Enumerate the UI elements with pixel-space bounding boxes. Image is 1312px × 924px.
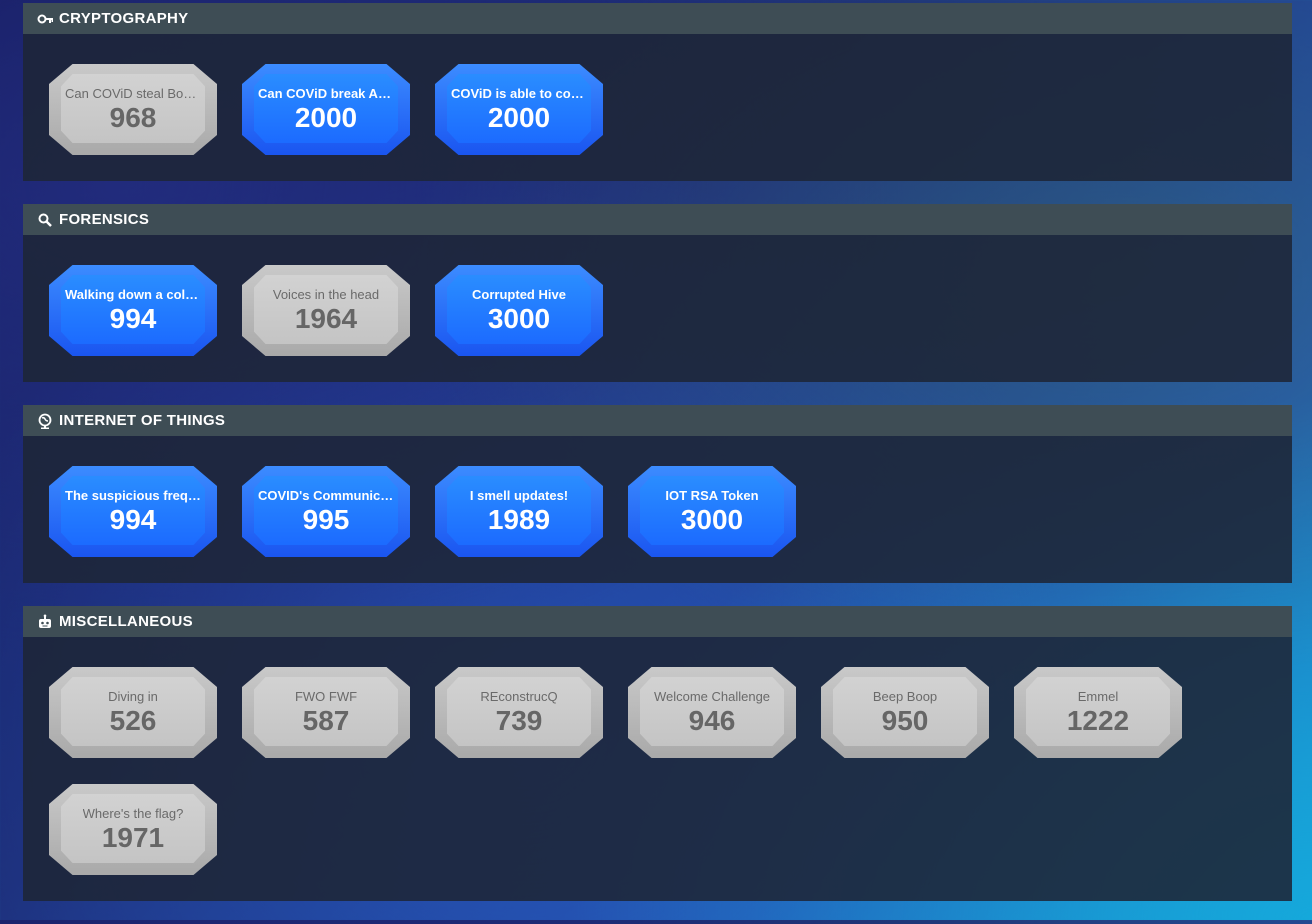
- challenge-button[interactable]: COViD is able to comp…2000: [435, 64, 603, 155]
- challenge-button[interactable]: REconstrucQ 739: [435, 667, 603, 758]
- challenge-button[interactable]: Corrupted Hive 3000: [435, 265, 603, 356]
- challenge-button[interactable]: Voices in the head 1964: [242, 265, 410, 356]
- challenge-name: Where's the flag?: [82, 806, 184, 821]
- category-title: INTERNET OF THINGS: [59, 412, 226, 429]
- challenge-name: Can COViD steal Bob's…: [65, 86, 201, 101]
- challenge-button[interactable]: Diving in 526: [49, 667, 217, 758]
- challenge-name: Voices in the head: [272, 287, 380, 302]
- category-cryptography: CRYPTOGRAPHY Can COViD steal Bob's… 968 C…: [23, 3, 1292, 181]
- challenge-name: The suspicious freque…: [65, 488, 201, 503]
- challenge-name: I smell updates!: [469, 488, 569, 503]
- robot-icon: [37, 614, 53, 630]
- challenge-button[interactable]: I smell updates! 1989: [435, 466, 603, 557]
- challenge-button[interactable]: Emmel 1222: [1014, 667, 1182, 758]
- challenge-button[interactable]: FWO FWF 587: [242, 667, 410, 758]
- category-title: FORENSICS: [59, 211, 150, 228]
- challenge-name: Emmel: [1077, 689, 1119, 704]
- challenge-name: COVID's Communicati…: [258, 488, 394, 503]
- key-icon: [37, 11, 53, 27]
- challenge-points: 526: [109, 705, 157, 736]
- category-header: FORENSICS: [23, 204, 1292, 235]
- challenge-name: Welcome Challenge: [653, 689, 771, 704]
- challenge-name: Walking down a colou…: [65, 287, 201, 302]
- challenge-button[interactable]: Can COViD break Alice…2000: [242, 64, 410, 155]
- category-forensics: FORENSICS Walking down a colou… 994 Voice…: [23, 204, 1292, 382]
- challenge-button[interactable]: Welcome Challenge 946: [628, 667, 796, 758]
- challenge-button[interactable]: Can COViD steal Bob's… 968: [49, 64, 217, 155]
- challenge-name: IOT RSA Token: [665, 488, 759, 503]
- challenge-points: 3000: [487, 303, 551, 334]
- challenge-grid: Walking down a colou… 994 Voices in the h…: [23, 235, 1292, 382]
- challenge-points: 1222: [1066, 705, 1130, 736]
- category-internet-of-things: INTERNET OF THINGS The suspicious freque…: [23, 405, 1292, 583]
- challenge-name: FWO FWF: [294, 689, 358, 704]
- challenge-grid: The suspicious freque… 994 COVID's Commun…: [23, 436, 1292, 583]
- challenge-grid: Diving in 526 FWO FWF 587 REconstrucQ 739 W…: [23, 637, 1292, 901]
- challenge-categories: CRYPTOGRAPHY Can COViD steal Bob's… 968 C…: [23, 3, 1292, 924]
- challenge-points: 1964: [294, 303, 358, 334]
- challenge-name: Corrupted Hive: [472, 287, 566, 302]
- challenge-name: COViD is able to comp…: [451, 86, 587, 101]
- category-miscellaneous: MISCELLANEOUS Diving in 526 FWO FWF 587 RE…: [23, 606, 1292, 901]
- challenge-button[interactable]: IOT RSA Token 3000: [628, 466, 796, 557]
- challenge-name: REconstrucQ: [480, 689, 558, 704]
- challenge-points: 994: [109, 303, 157, 334]
- challenge-name: Diving in: [108, 689, 158, 704]
- challenge-points: 968: [109, 102, 157, 133]
- challenge-name: Beep Boop: [872, 689, 938, 704]
- category-title: CRYPTOGRAPHY: [59, 10, 189, 27]
- category-header: INTERNET OF THINGS: [23, 405, 1292, 436]
- challenge-points: 587: [302, 705, 350, 736]
- challenge-points: 2000: [487, 102, 551, 133]
- challenge-points: 1989: [487, 504, 551, 535]
- challenge-points: 3000: [680, 504, 744, 535]
- challenge-points: 1971: [101, 822, 165, 853]
- challenge-points: 995: [302, 504, 350, 535]
- challenge-button[interactable]: The suspicious freque… 994: [49, 466, 217, 557]
- category-header: CRYPTOGRAPHY: [23, 3, 1292, 34]
- challenge-button[interactable]: Beep Boop 950: [821, 667, 989, 758]
- challenge-points: 950: [881, 705, 929, 736]
- challenge-points: 994: [109, 504, 157, 535]
- globe-icon: [37, 413, 53, 429]
- challenge-button[interactable]: Where's the flag? 1971: [49, 784, 217, 875]
- challenge-points: 946: [688, 705, 736, 736]
- search-icon: [37, 212, 53, 228]
- challenge-points: 2000: [294, 102, 358, 133]
- challenge-button[interactable]: COVID's Communicati… 995: [242, 466, 410, 557]
- challenge-name: Can COViD break Alice…: [258, 86, 394, 101]
- challenge-grid: Can COViD steal Bob's… 968 Can COViD brea…: [23, 34, 1292, 181]
- category-title: MISCELLANEOUS: [59, 613, 193, 630]
- challenge-button[interactable]: Walking down a colou… 994: [49, 265, 217, 356]
- category-header: MISCELLANEOUS: [23, 606, 1292, 637]
- challenge-points: 739: [495, 705, 543, 736]
